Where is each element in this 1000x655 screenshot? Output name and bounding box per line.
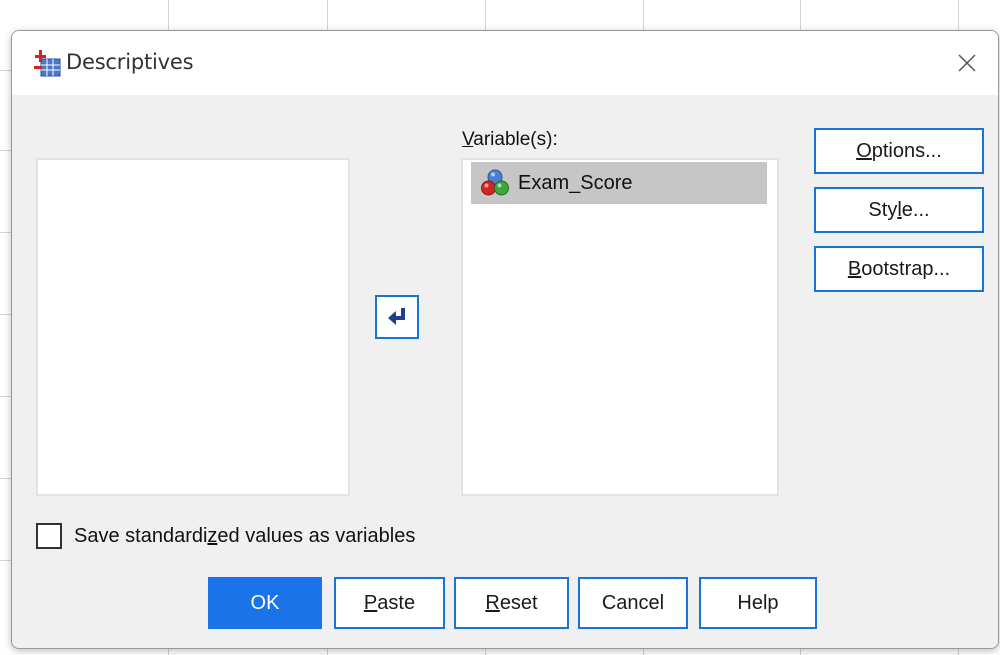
bootstrap-button[interactable]: Bootstrap... (814, 246, 984, 292)
dialog-title: Descriptives (66, 50, 194, 74)
arrow-left-icon (388, 308, 405, 325)
title-bar: Descriptives (12, 31, 998, 95)
variable-name: Exam_Score (518, 171, 633, 194)
paste-label-post: aste (377, 591, 416, 614)
paste-label-accel: P (363, 591, 378, 614)
variables-label-accel: V (462, 129, 474, 150)
reset-button[interactable]: Reset (454, 577, 569, 629)
reset-label-accel: R (485, 591, 500, 614)
close-icon[interactable] (952, 48, 982, 78)
list-item[interactable]: Exam_Score (471, 162, 767, 204)
selected-variable-list[interactable]: Exam_Score (461, 158, 779, 496)
help-label: Help (737, 591, 779, 614)
scale-variable-icon (481, 169, 509, 196)
save-standardized-option[interactable]: Save standardized values as variables (36, 523, 415, 549)
save-standardized-label-pre: Save standardi (74, 524, 208, 547)
descriptives-dialog: Descriptives Variable(s): Exam_Score O p… (11, 30, 999, 649)
save-standardized-label-accel: z (207, 524, 218, 547)
save-standardized-label-post: ed values as variables (217, 524, 416, 547)
style-label-pre: Sty (868, 198, 898, 221)
cancel-label: Cancel (601, 591, 665, 614)
variables-label-rest: ariable(s): (473, 129, 558, 150)
style-button[interactable]: Sty l e... (814, 187, 984, 233)
descriptives-app-icon (34, 50, 61, 77)
cancel-button[interactable]: Cancel (578, 577, 688, 629)
options-label-post: ptions... (871, 139, 942, 162)
ok-label: OK (250, 591, 280, 614)
variables-label: Variable(s): (462, 129, 558, 151)
bootstrap-label-accel: B (847, 257, 862, 280)
reset-label-post: eset (499, 591, 538, 614)
save-standardized-checkbox[interactable] (36, 523, 62, 549)
move-variable-button[interactable] (375, 295, 419, 339)
ok-button[interactable]: OK (208, 577, 322, 629)
options-label-accel: O (856, 139, 872, 162)
save-standardized-label: Save standardized values as variables (74, 525, 415, 548)
style-label-post: e... (901, 198, 930, 221)
paste-button[interactable]: Paste (334, 577, 445, 629)
help-button[interactable]: Help (699, 577, 817, 629)
options-button[interactable]: Options... (814, 128, 984, 174)
bootstrap-label-post: ootstrap... (861, 257, 951, 280)
source-variable-list[interactable] (36, 158, 350, 496)
